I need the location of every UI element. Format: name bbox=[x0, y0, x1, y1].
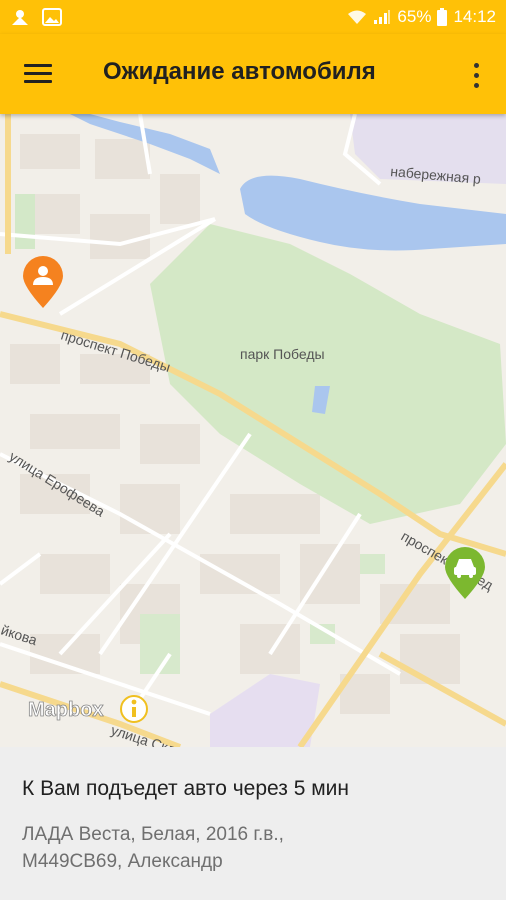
car-info-line1: ЛАДА Веста, Белая, 2016 г.в., bbox=[22, 824, 284, 845]
mapbox-logo: Mapbox bbox=[28, 699, 104, 721]
status-bar: 65% 14:12 bbox=[0, 0, 506, 34]
car-info-line2: М449СВ69, Александр bbox=[22, 851, 223, 872]
page-title: Ожидание автомобиля bbox=[103, 58, 376, 85]
wifi-icon bbox=[348, 10, 367, 24]
battery-icon bbox=[437, 8, 448, 26]
more-vert-icon[interactable] bbox=[466, 58, 486, 92]
image-icon bbox=[42, 8, 62, 26]
eta-text: К Вам подъедет авто через 5 мин bbox=[22, 777, 349, 800]
ride-info-panel: К Вам подъедет авто через 5 мин ЛАДА Вес… bbox=[0, 747, 506, 900]
info-icon[interactable] bbox=[120, 695, 148, 723]
battery-percent: 65% bbox=[397, 7, 432, 26]
signal-icon bbox=[374, 10, 391, 24]
notification-icon bbox=[12, 10, 28, 25]
map-canvas[interactable]: парк Победы набережная р проспект Победы… bbox=[0, 114, 506, 747]
park-label: парк Победы bbox=[240, 346, 325, 362]
clock: 14:12 bbox=[453, 7, 496, 26]
car-info: ЛАДА Веста, Белая, 2016 г.в., М449СВ69, … bbox=[22, 821, 482, 875]
map-view[interactable]: парк Победы набережная р проспект Победы… bbox=[0, 114, 506, 747]
hamburger-menu-icon[interactable] bbox=[20, 60, 56, 90]
app-bar: Ожидание автомобиля bbox=[0, 34, 506, 114]
